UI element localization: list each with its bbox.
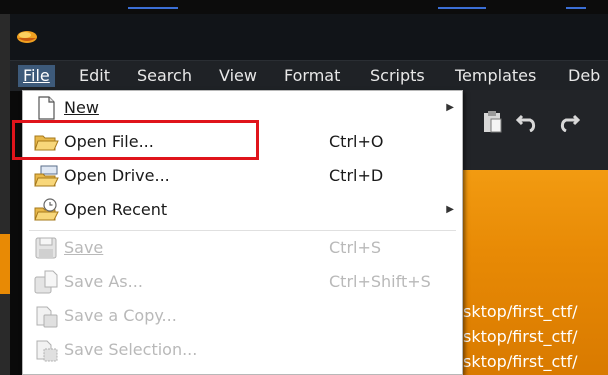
save-selection-icon: [36, 340, 58, 362]
menu-bar: File Edit Search View Format Scripts Tem…: [10, 60, 608, 91]
menu-file[interactable]: File: [18, 65, 55, 87]
menu-item-label: Open Recent: [64, 200, 168, 219]
title-bar: [10, 14, 608, 60]
paste-icon[interactable]: [479, 110, 505, 136]
submenu-arrow-icon: ▶: [446, 102, 454, 113]
file-path-text: sktop/first_ctf/: [463, 302, 578, 321]
tab-indicator: [128, 7, 178, 9]
open-folder-icon: [34, 135, 59, 151]
menu-item-new[interactable]: New ▶: [23, 91, 462, 125]
menu-item-shortcut: Ctrl+S: [329, 238, 382, 257]
window-left-edge: [0, 14, 10, 375]
menu-item-label: Open File...: [64, 132, 154, 151]
menu-item-label: Save Selection...: [64, 340, 198, 359]
menu-edit[interactable]: Edit: [74, 65, 115, 87]
menu-item-open-file[interactable]: Open File... Ctrl+O: [23, 125, 462, 159]
menu-item-open-drive[interactable]: Open Drive... Ctrl+D: [23, 159, 462, 193]
save-as-icon: [34, 270, 58, 294]
menu-view[interactable]: View: [214, 65, 262, 87]
menu-scripts[interactable]: Scripts: [365, 65, 430, 87]
submenu-arrow-icon: ▶: [446, 204, 454, 215]
open-drive-icon: [34, 165, 59, 187]
menu-item-label: New: [64, 98, 99, 117]
new-file-icon: [38, 96, 55, 120]
menu-item-label: Save a Copy...: [64, 306, 177, 325]
menu-item-save-selection[interactable]: Save Selection...: [23, 333, 462, 367]
menu-item-label: Open Drive...: [64, 166, 170, 185]
file-path-text: sktop/first_ctf/: [463, 352, 578, 371]
file-path-text: sktop/first_ctf/: [463, 327, 578, 346]
menu-item-label: Save As...: [64, 272, 143, 291]
menu-item-shortcut: Ctrl+O: [329, 132, 384, 151]
menu-item-shortcut: Ctrl+D: [329, 166, 384, 185]
save-icon: [35, 237, 57, 259]
menu-item-open-recent[interactable]: Open Recent ▶: [23, 193, 462, 227]
file-menu-dropdown: New ▶ Open File... Ctrl+O Open Drive... …: [22, 90, 463, 375]
toolbar: [463, 90, 608, 170]
app-logo-icon: [17, 31, 37, 43]
menu-item-save-as[interactable]: Save As... Ctrl+Shift+S: [23, 265, 462, 299]
redo-icon[interactable]: [555, 110, 581, 136]
menu-format[interactable]: Format: [279, 65, 345, 87]
menu-debug[interactable]: Deb: [563, 65, 605, 87]
open-recent-icon: [34, 198, 59, 221]
tab-indicator: [438, 7, 486, 9]
screen: File Edit Search View Format Scripts Tem…: [0, 0, 608, 375]
menu-search[interactable]: Search: [132, 65, 197, 87]
undo-icon[interactable]: [515, 110, 541, 136]
save-copy-icon: [36, 306, 58, 328]
menu-item-save-copy[interactable]: Save a Copy...: [23, 299, 462, 333]
menu-item-label: Save: [64, 238, 104, 257]
top-strip: [0, 0, 608, 14]
menu-templates[interactable]: Templates: [450, 65, 541, 87]
tab-indicator: [566, 7, 586, 9]
menu-item-save[interactable]: Save Ctrl+S: [23, 231, 462, 265]
menu-item-shortcut: Ctrl+Shift+S: [329, 272, 431, 291]
